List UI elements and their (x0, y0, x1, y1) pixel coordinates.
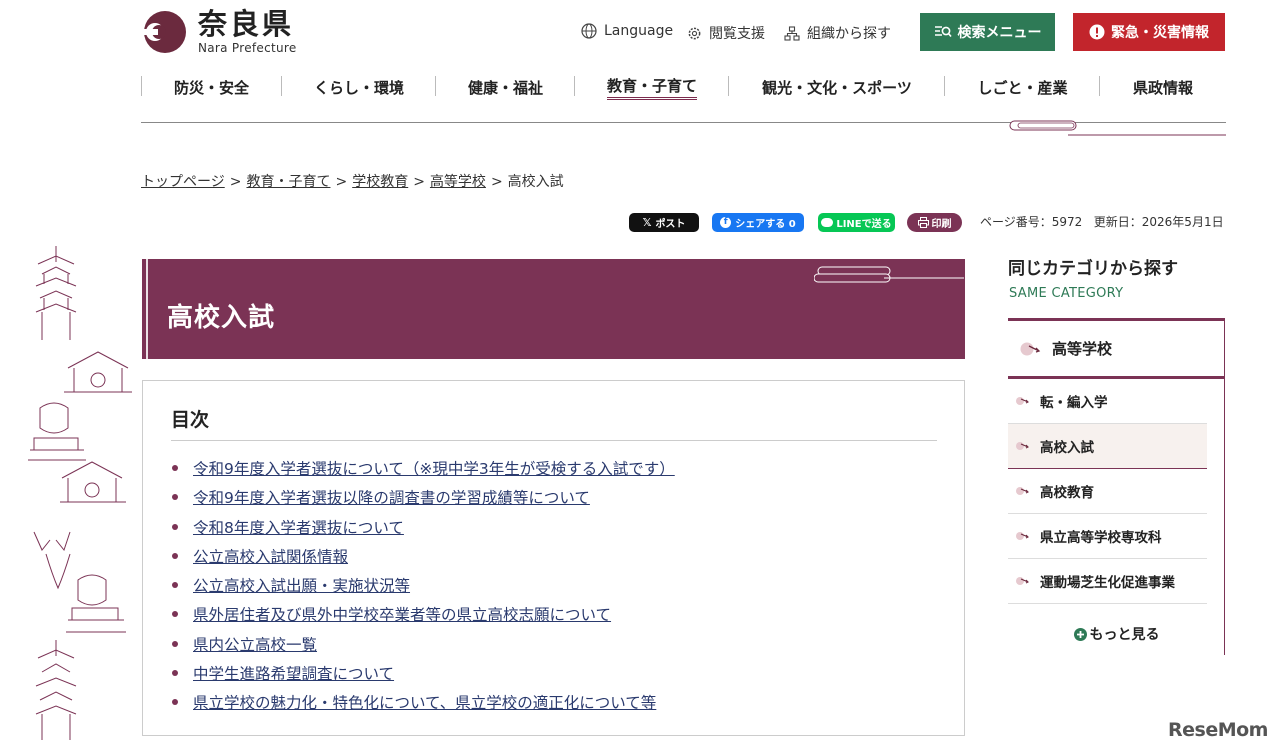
page-title-banner: 高校入試 (142, 259, 965, 359)
list-item: 県内公立高校一覧 (171, 633, 675, 662)
list-item: 令和8年度入学者選抜について (171, 516, 675, 545)
line-share-button[interactable]: LINEで送る (818, 213, 895, 232)
list-item: 公立高校入試関係情報 (171, 545, 675, 574)
nav-item-disaster[interactable]: 防災・安全 (141, 72, 282, 102)
search-menu-icon (934, 26, 952, 38)
x-logo-icon: 𝕏 (642, 216, 652, 229)
list-item: 令和9年度入学者選抜について（※現中学3年生が受検する入試です） (171, 457, 675, 486)
arrow-icon (1016, 487, 1029, 495)
nav-item-health[interactable]: 健康・福祉 (436, 72, 575, 102)
sidebar-parent-label: 高等学校 (1052, 340, 1113, 358)
sidebar-item-advanced-course[interactable]: 県立高等学校専攻科 (1008, 514, 1207, 559)
language-link[interactable]: Language (581, 23, 673, 39)
table-of-contents: 目次 令和9年度入学者選抜について（※現中学3年生が受検する入試です） 令和9年… (142, 380, 965, 736)
arrow-icon (1016, 442, 1029, 450)
breadcrumb: トップページ > 教育・子育て > 学校教育 > 高等学校 > 高校入試 (141, 174, 564, 190)
facebook-icon: f (720, 217, 732, 228)
language-label: Language (604, 23, 674, 39)
nav-item-government[interactable]: 県政情報 (1100, 72, 1226, 102)
x-post-button[interactable]: 𝕏 ポスト (629, 213, 699, 232)
search-menu-button[interactable]: 検索メニュー (920, 13, 1055, 51)
list-item: 県外居住者及び県外中学校卒業者等の県立高校志願について (171, 603, 675, 632)
cloud-ornament (1009, 120, 1226, 136)
arrow-icon (1020, 342, 1041, 355)
more-button[interactable]: もっと見る (1008, 624, 1225, 644)
printer-icon (917, 217, 929, 228)
toc-link[interactable]: 公立高校入試関係情報 (193, 548, 348, 566)
toc-link[interactable]: 県外居住者及び県外中学校卒業者等の県立高校志願について (193, 606, 611, 624)
sidebar-subheading: SAME CATEGORY (1009, 286, 1124, 301)
prefecture-logo[interactable]: 奈良県 Nara Prefecture (141, 8, 297, 55)
toc-link[interactable]: 県立学校の魅力化・特色化について、県立学校の適正化について等 (193, 694, 656, 712)
list-item: 中学生進路希望調査について (171, 662, 675, 691)
emergency-button[interactable]: 緊急・災害情報 (1073, 13, 1225, 51)
facebook-share-button[interactable]: f シェアする 0 (712, 213, 804, 232)
page-number: ページ番号：5972 (980, 215, 1083, 229)
globe-icon (581, 23, 597, 39)
page-title: 高校入試 (167, 303, 276, 333)
list-item: 令和9年度入学者選抜以降の調査書の学習成績等について (171, 486, 675, 515)
toc-link[interactable]: 中学生進路希望調査について (193, 665, 394, 683)
list-item: 公立高校入試出願・実施状況等 (171, 574, 675, 603)
print-button[interactable]: 印刷 (907, 213, 962, 232)
org-chart-icon (784, 25, 800, 41)
nav-item-living[interactable]: くらし・環境 (282, 72, 436, 102)
breadcrumb-education[interactable]: 教育・子育て (246, 174, 330, 190)
global-nav: 防災・安全 くらし・環境 健康・福祉 教育・子育て 観光・文化・スポーツ しごと… (141, 72, 1226, 102)
sidebar-item-hs-education[interactable]: 高校教育 (1008, 469, 1207, 514)
toc-list: 令和9年度入学者選抜について（※現中学3年生が受検する入試です） 令和9年度入学… (171, 457, 675, 721)
breadcrumb-school[interactable]: 学校教育 (352, 174, 408, 190)
sidebar-item-entrance-exam[interactable]: 高校入試 (1008, 424, 1207, 469)
toc-link[interactable]: 令和9年度入学者選抜について（※現中学3年生が受検する入試です） (193, 460, 675, 478)
accessibility-link[interactable]: 閲覧支援 (687, 23, 765, 43)
breadcrumb-top[interactable]: トップページ (141, 174, 225, 190)
toc-link[interactable]: 令和9年度入学者選抜以降の調査書の学習成績等について (193, 489, 590, 507)
page-meta: ページ番号：5972 更新日：2026年5月1日 (980, 213, 1224, 230)
search-menu-label: 検索メニュー (957, 25, 1042, 41)
temple-illustration (28, 246, 132, 740)
logo-title: 奈良県 (198, 7, 295, 41)
sidebar-item-turf[interactable]: 運動場芝生化促進事業 (1008, 559, 1207, 604)
updated-date: 更新日：2026年5月1日 (1093, 215, 1224, 229)
org-search-label: 組織から探す (807, 26, 891, 42)
breadcrumb-current: 高校入試 (507, 174, 564, 190)
sidebar-parent-link[interactable]: 高等学校 (1008, 318, 1225, 379)
cloud-ornament-title (814, 266, 964, 283)
sidebar-item-transfer[interactable]: 転・編入学 (1008, 379, 1207, 424)
resemom-watermark: ReseMom (1168, 719, 1268, 741)
toc-heading: 目次 (171, 409, 210, 431)
breadcrumb-highschool[interactable]: 高等学校 (430, 174, 486, 190)
same-category-nav: 高等学校 転・編入学 高校入試 高校教育 県立高等学校専攻科 運動場芝生化促進事… (1008, 318, 1225, 655)
toc-link[interactable]: 県内公立高校一覧 (193, 636, 317, 654)
nav-item-education[interactable]: 教育・子育て (575, 72, 729, 102)
nav-item-tourism[interactable]: 観光・文化・スポーツ (729, 72, 945, 102)
logo-subtitle: Nara Prefecture (198, 41, 297, 55)
nara-logo-icon (141, 10, 190, 54)
toc-link[interactable]: 公立高校入試出願・実施状況等 (193, 577, 410, 595)
arrow-icon (1016, 532, 1029, 540)
list-item: 県立学校の魅力化・特色化について、県立学校の適正化について等 (171, 691, 675, 720)
arrow-icon (1016, 397, 1029, 405)
gear-icon (688, 27, 701, 39)
plus-circle-icon (1073, 628, 1087, 641)
accessibility-label: 閲覧支援 (709, 26, 765, 42)
alert-icon (1089, 24, 1105, 40)
nav-item-work[interactable]: しごと・産業 (945, 72, 1100, 102)
line-icon (821, 218, 834, 227)
toc-link[interactable]: 令和8年度入学者選抜について (193, 519, 404, 537)
arrow-icon (1016, 577, 1029, 585)
emergency-label: 緊急・災害情報 (1111, 25, 1209, 41)
sidebar-heading: 同じカテゴリから探す (1008, 259, 1178, 279)
org-search-link[interactable]: 組織から探す (784, 23, 891, 43)
